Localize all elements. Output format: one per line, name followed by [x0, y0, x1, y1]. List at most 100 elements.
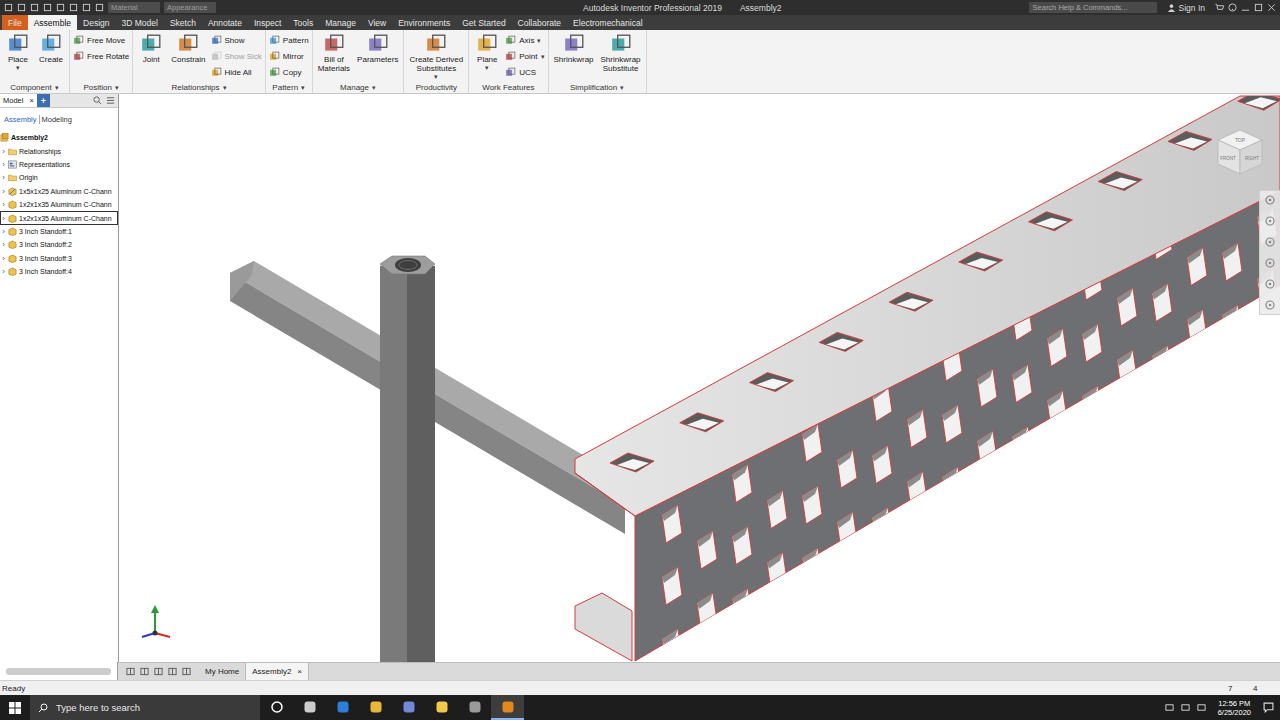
tree-item[interactable]: ›3 Inch Standoff:4	[0, 265, 118, 278]
navigation-icon[interactable]	[1264, 257, 1276, 269]
tree-item[interactable]: ›Relationships	[0, 144, 118, 157]
ribbon-small-tool[interactable]: Show Sick	[211, 49, 262, 64]
window-layout-icon[interactable]	[154, 667, 163, 676]
ribbon-small-tool[interactable]: Pattern	[269, 33, 309, 48]
window-layout-icon[interactable]	[140, 667, 149, 676]
ribbon-tool[interactable]: Create DerivedSubstitutes▾	[407, 33, 465, 80]
ribbon-tab[interactable]: Annotate	[202, 15, 248, 30]
quick-access-icon[interactable]	[82, 3, 91, 12]
document-tab[interactable]: Assembly2×	[246, 663, 309, 680]
window-layout-icon[interactable]	[168, 667, 177, 676]
ribbon-small-tool[interactable]: Copy	[269, 65, 309, 80]
quick-access-icon[interactable]	[56, 3, 65, 12]
ribbon-group-label[interactable]: Work Features	[472, 81, 544, 93]
viewcube[interactable]: TOPFRONTRIGHT	[1212, 124, 1268, 180]
tree-item[interactable]: ›1x5x1x25 Aluminum C-Chann	[0, 185, 118, 198]
browser-scrollbar[interactable]	[0, 662, 118, 680]
ribbon-tab[interactable]: Environments	[392, 15, 456, 30]
ribbon-tab[interactable]: Assemble	[28, 15, 77, 30]
tree-item[interactable]: ›Origin	[0, 171, 118, 184]
navigation-icon[interactable]	[1264, 215, 1276, 227]
expander[interactable]: ›	[1, 160, 6, 169]
ribbon-tab[interactable]: Inspect	[248, 15, 287, 30]
quick-access-icon[interactable]	[69, 3, 78, 12]
ribbon-small-tool[interactable]: Axis▾	[505, 33, 544, 48]
ribbon-tool[interactable]: Bill ofMaterials	[316, 33, 352, 73]
expander[interactable]: ›	[1, 200, 6, 209]
expander[interactable]: ›	[1, 214, 6, 223]
ribbon-tab[interactable]: Electromechanical	[567, 15, 648, 30]
clock[interactable]: 12:56 PM6/25/2020	[1212, 699, 1257, 717]
close-document-button[interactable]: ×	[297, 667, 302, 676]
ribbon-group-label[interactable]: Manage▾	[316, 81, 401, 93]
ribbon-tab[interactable]: Manage	[319, 15, 362, 30]
expander[interactable]: ›	[1, 173, 6, 182]
quick-access-icon[interactable]	[30, 3, 39, 12]
ribbon-tab[interactable]: Get Started	[456, 15, 511, 30]
tray-icon[interactable]	[1165, 703, 1174, 712]
taskbar-search[interactable]: Type here to search	[30, 695, 260, 720]
ribbon-tab[interactable]: 3D Model	[116, 15, 164, 30]
standoff[interactable]	[380, 256, 435, 662]
browser-mode[interactable]: Modeling	[39, 115, 74, 124]
taskbar-app-icon[interactable]	[491, 695, 524, 720]
expander[interactable]: ›	[1, 240, 6, 249]
ribbon-small-tool[interactable]: UCS	[505, 65, 544, 80]
ribbon-small-tool[interactable]: Hide All	[211, 65, 262, 80]
navigation-icon[interactable]	[1264, 278, 1276, 290]
ribbon-tab[interactable]: Tools	[287, 15, 319, 30]
ribbon-group-label[interactable]: Component▾	[3, 81, 66, 93]
model-viewport-canvas[interactable]	[119, 94, 1280, 662]
quick-access-icon[interactable]	[4, 3, 13, 12]
expander[interactable]: ›	[1, 227, 6, 236]
taskbar-app-icon[interactable]	[359, 695, 392, 720]
ribbon-tool[interactable]: Plane▾	[472, 33, 502, 71]
document-tab[interactable]: My Home	[199, 663, 246, 680]
navigation-icon[interactable]	[1264, 236, 1276, 248]
ribbon-tab[interactable]: File	[2, 15, 28, 30]
tree-item[interactable]: Assembly2	[0, 131, 118, 144]
ribbon-tab[interactable]: Collaborate	[512, 15, 567, 30]
ribbon-small-tool[interactable]: Point▾	[505, 49, 544, 64]
ribbon-small-tool[interactable]: Mirror	[269, 49, 309, 64]
tree-item[interactable]: ›3 Inch Standoff:3	[0, 252, 118, 265]
navigation-icon[interactable]	[1264, 194, 1276, 206]
quick-access-field[interactable]: Appearance	[164, 2, 216, 13]
tray-icon[interactable]	[1181, 703, 1190, 712]
expander[interactable]: ›	[1, 187, 6, 196]
taskbar-app-icon[interactable]	[458, 695, 491, 720]
taskbar-app-icon[interactable]	[293, 695, 326, 720]
quick-access-icon[interactable]	[95, 3, 104, 12]
minimize-icon[interactable]	[1241, 3, 1250, 12]
start-button[interactable]	[0, 695, 30, 720]
tree-item[interactable]: ›3 Inch Standoff:1	[0, 225, 118, 238]
taskbar-app-icon[interactable]	[326, 695, 359, 720]
help-icon[interactable]	[1228, 3, 1237, 12]
close-tab-button[interactable]: ×	[29, 96, 33, 105]
hex-shaft[interactable]	[230, 261, 649, 534]
ribbon-tool[interactable]: Parameters	[355, 33, 400, 64]
window-layout-icon[interactable]	[126, 667, 135, 676]
graphics-window[interactable]: TOPFRONTRIGHT	[119, 94, 1280, 662]
ribbon-tool[interactable]: Joint	[136, 33, 166, 64]
window-layout-icon[interactable]	[182, 667, 191, 676]
quick-access-icon[interactable]	[17, 3, 26, 12]
ribbon-small-tool[interactable]: Free Rotate	[73, 49, 129, 64]
tree-item[interactable]: ›1x2x1x35 Aluminum C-Chann	[0, 211, 118, 224]
ribbon-small-tool[interactable]: Free Move	[73, 33, 129, 48]
browser-tab[interactable]: Model×	[0, 94, 37, 107]
search-icon[interactable]	[93, 96, 102, 105]
taskbar-app-icon[interactable]	[425, 695, 458, 720]
ribbon-group-label[interactable]: Position▾	[73, 81, 129, 93]
expander[interactable]: ›	[1, 254, 6, 263]
tree-item[interactable]: ›1x2x1x35 Aluminum C-Chann	[0, 198, 118, 211]
quick-access-field[interactable]: Material	[108, 2, 160, 13]
close-window-icon[interactable]	[1267, 3, 1276, 12]
dropdown-caret[interactable]: ▾	[16, 64, 20, 71]
c-channel[interactable]	[575, 94, 1280, 662]
ribbon-tool[interactable]: Place▾	[3, 33, 33, 71]
ribbon-tool[interactable]: Create	[36, 33, 66, 64]
dropdown-caret[interactable]: ▾	[434, 73, 438, 80]
maximize-icon[interactable]	[1254, 3, 1263, 12]
add-tab-button[interactable]: +	[37, 94, 50, 107]
